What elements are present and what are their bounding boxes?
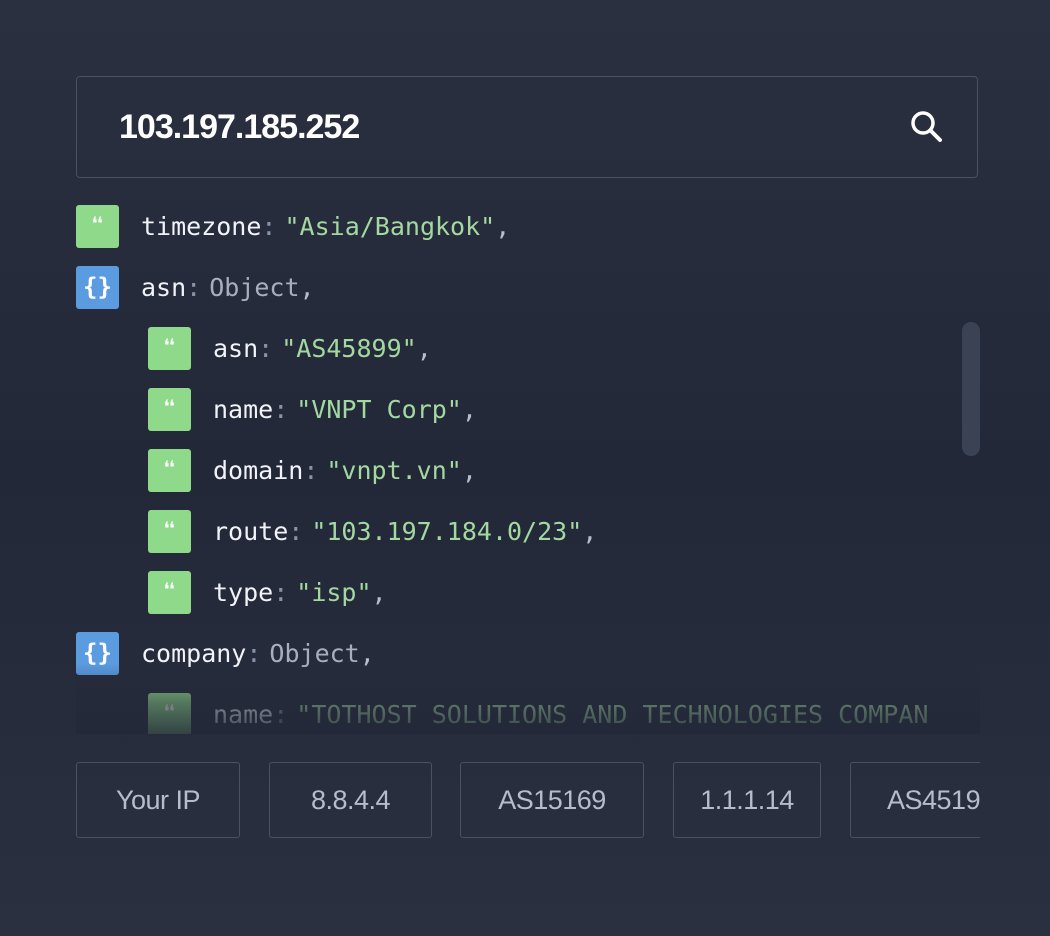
json-comma: , — [461, 455, 477, 485]
json-comma: , — [495, 211, 511, 241]
json-colon: : — [303, 455, 319, 485]
json-comma: , — [461, 394, 477, 424]
json-colon: : — [288, 516, 304, 546]
json-row-type[interactable]: ❝ type: "isp", — [148, 570, 387, 614]
quote-icon: ❝ — [148, 692, 191, 734]
json-colon: : — [258, 333, 274, 363]
json-key: asn — [213, 333, 259, 363]
search-input[interactable] — [119, 77, 879, 177]
json-viewer: ❝ timezone: "Asia/Bangkok", {} asn: Object… — [76, 196, 980, 734]
json-key: name — [213, 699, 274, 729]
json-comma: , — [359, 638, 375, 668]
quote-icon: ❝ — [76, 204, 119, 248]
chip-as4519[interactable]: AS4519 — [850, 762, 980, 838]
json-key: company — [141, 638, 247, 668]
json-colon: : — [261, 211, 277, 241]
json-comma: , — [416, 333, 432, 363]
search-icon — [911, 111, 942, 142]
search-box — [76, 76, 978, 178]
braces-icon: {} — [76, 631, 119, 675]
json-colon: : — [186, 272, 202, 302]
json-value: "Asia/Bangkok" — [284, 211, 496, 241]
chip-8-8-4-4[interactable]: 8.8.4.4 — [269, 762, 432, 838]
json-value: Object — [209, 272, 300, 302]
json-comma: , — [299, 272, 315, 302]
json-row-route[interactable]: ❝ route: "103.197.184.0/23", — [148, 509, 597, 553]
json-value: Object — [269, 638, 360, 668]
quote-icon: ❝ — [148, 448, 191, 492]
json-value: "TOTHOST SOLUTIONS AND TECHNOLOGIES COMP… — [296, 699, 929, 729]
json-key: name — [213, 394, 274, 424]
chip-your-ip[interactable]: Your IP — [76, 762, 240, 838]
quote-icon: ❝ — [148, 570, 191, 614]
chip-1-1-1-14[interactable]: 1.1.1.14 — [673, 762, 821, 838]
json-row-timezone[interactable]: ❝ timezone: "Asia/Bangkok", — [76, 204, 510, 248]
json-colon: : — [273, 699, 289, 729]
json-colon: : — [273, 394, 289, 424]
json-value: "AS45899" — [281, 333, 417, 363]
json-key: domain — [213, 455, 304, 485]
json-value: "vnpt.vn" — [326, 455, 462, 485]
json-row-company-name[interactable]: ❝ name: "TOTHOST SOLUTIONS AND TECHNOLOGI… — [148, 692, 928, 734]
quote-icon: ❝ — [148, 326, 191, 370]
json-colon: : — [246, 638, 262, 668]
json-value: "isp" — [296, 577, 372, 607]
json-row-name[interactable]: ❝ name: "VNPT Corp", — [148, 387, 477, 431]
search-button[interactable] — [907, 107, 947, 147]
quick-links: Your IP 8.8.4.4 AS15169 1.1.1.14 AS4519 — [76, 762, 980, 840]
json-row-company-object[interactable]: {} company: Object, — [76, 631, 375, 675]
chip-as15169[interactable]: AS15169 — [460, 762, 644, 838]
json-colon: : — [273, 577, 289, 607]
json-key: type — [213, 577, 274, 607]
quote-icon: ❝ — [148, 509, 191, 553]
json-key: timezone — [141, 211, 262, 241]
json-row-asn[interactable]: ❝ asn: "AS45899", — [148, 326, 432, 370]
quote-icon: ❝ — [148, 387, 191, 431]
json-key: asn — [141, 272, 187, 302]
json-value: "VNPT Corp" — [296, 394, 462, 424]
json-comma: , — [582, 516, 598, 546]
scrollbar-thumb[interactable] — [962, 322, 980, 456]
json-key: route — [213, 516, 289, 546]
json-row-asn-object[interactable]: {} asn: Object, — [76, 265, 315, 309]
json-comma: , — [371, 577, 387, 607]
json-value: "103.197.184.0/23" — [311, 516, 583, 546]
braces-icon: {} — [76, 265, 119, 309]
json-row-domain[interactable]: ❝ domain: "vnpt.vn", — [148, 448, 477, 492]
